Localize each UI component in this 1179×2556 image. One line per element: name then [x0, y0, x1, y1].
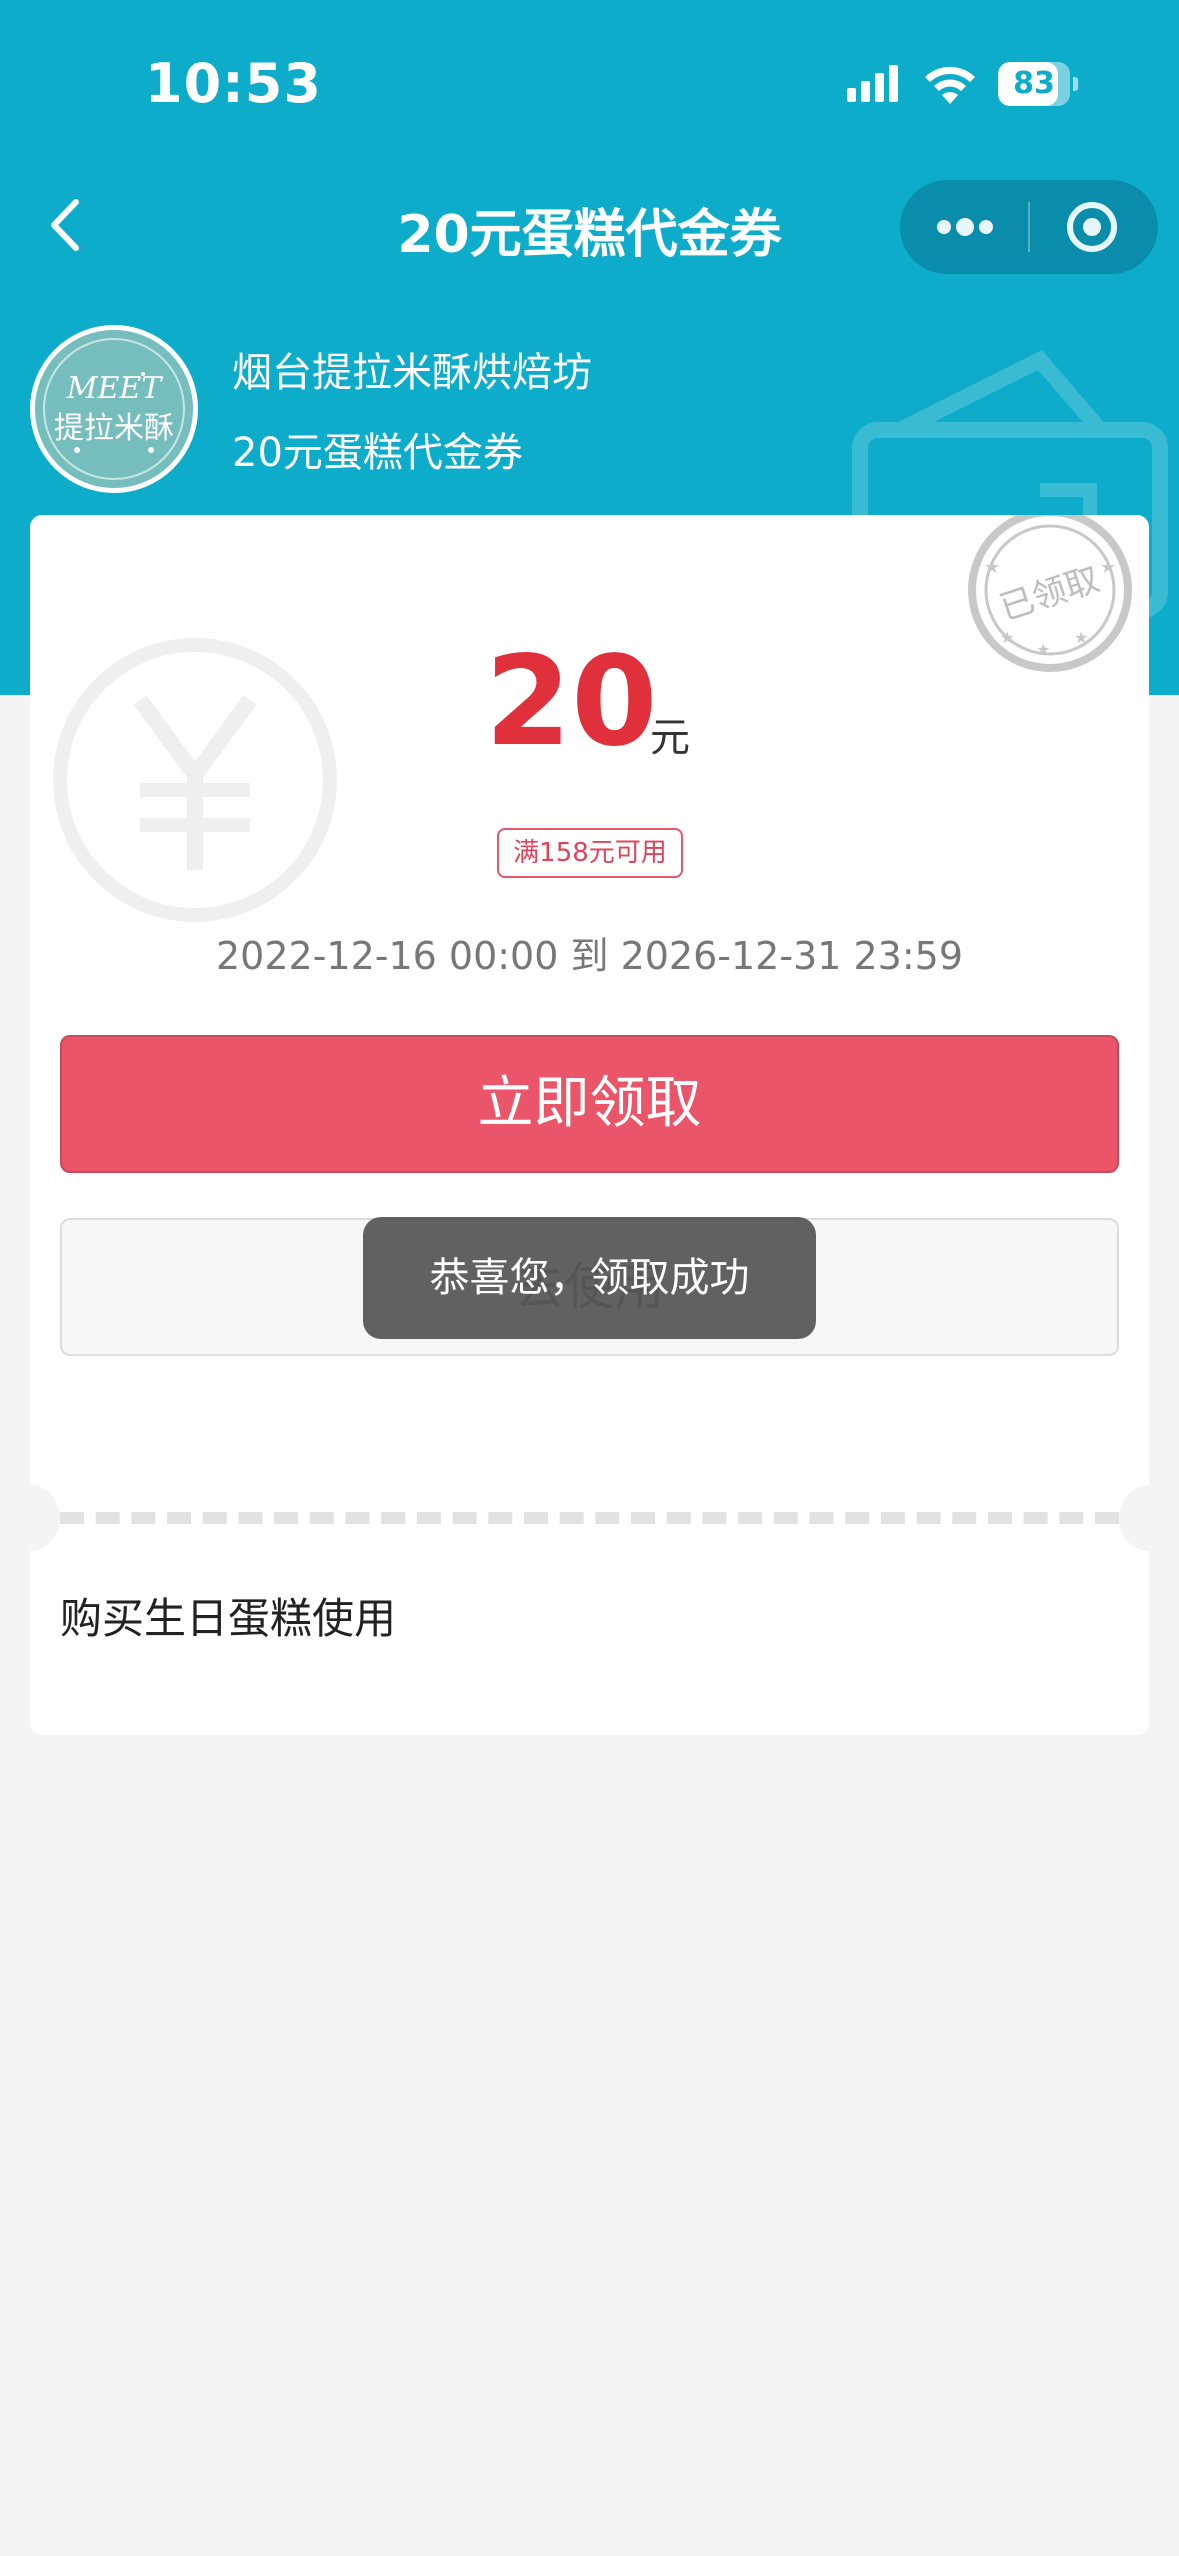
coupon-amount: 20 [485, 630, 658, 774]
svg-text:MEET: MEET [66, 371, 164, 406]
svg-text:★: ★ [1074, 628, 1088, 647]
coupon-unit: 元 [650, 715, 690, 761]
coupon-card: ★ ★ ★ ★ ★ 已领取 20 元 满158元可用 2022-12-16 00… [30, 515, 1149, 1735]
svg-text:★: ★ [984, 557, 1000, 578]
shop-name: 烟台提拉米酥烘焙坊 [232, 350, 592, 396]
success-toast: 恭喜您，领取成功 [363, 1217, 816, 1339]
usage-description: 购买生日蛋糕使用 [60, 1594, 397, 1643]
battery-level-text: 83 [1013, 66, 1055, 101]
coupon-page: 10:53 83 20元蛋糕代金券 MEET 提拉米酥 烟台提拉米酥烘焙坊 20… [0, 0, 1179, 2556]
svg-text:★: ★ [1036, 640, 1050, 659]
more-button[interactable] [900, 180, 1029, 274]
svg-text:★: ★ [1100, 557, 1116, 578]
miniapp-capsule [900, 180, 1158, 274]
signal-icon [847, 65, 898, 102]
status-time: 10:53 [145, 52, 322, 115]
condition-badge: 满158元可用 [497, 828, 683, 878]
card-notch-left [30, 1485, 60, 1551]
shop-logo-art: MEET 提拉米酥 [35, 330, 193, 488]
shop-subtitle: 20元蛋糕代金券 [232, 430, 523, 476]
yen-watermark-icon [53, 638, 337, 922]
card-notch-right [1119, 1485, 1149, 1551]
wifi-icon [925, 66, 975, 104]
shop-logo: MEET 提拉米酥 [30, 325, 198, 493]
close-miniapp-button[interactable] [1030, 180, 1158, 274]
battery-body: 83 [998, 62, 1070, 106]
validity-period: 2022-12-16 00:00 到 2026-12-31 23:59 [215, 934, 963, 978]
svg-text:提拉米酥: 提拉米酥 [54, 411, 174, 446]
stamp-text: 已领取 [995, 559, 1104, 629]
more-dots-icon [937, 218, 993, 236]
battery-indicator: 83 [998, 62, 1078, 106]
target-circle-icon [1067, 202, 1117, 252]
dashed-divider [60, 1512, 1119, 1524]
battery-tip [1073, 77, 1078, 91]
claim-now-button[interactable]: 立即领取 [60, 1035, 1119, 1173]
svg-text:★: ★ [1000, 628, 1014, 647]
claimed-stamp: ★ ★ ★ ★ ★ 已领取 [968, 515, 1132, 672]
